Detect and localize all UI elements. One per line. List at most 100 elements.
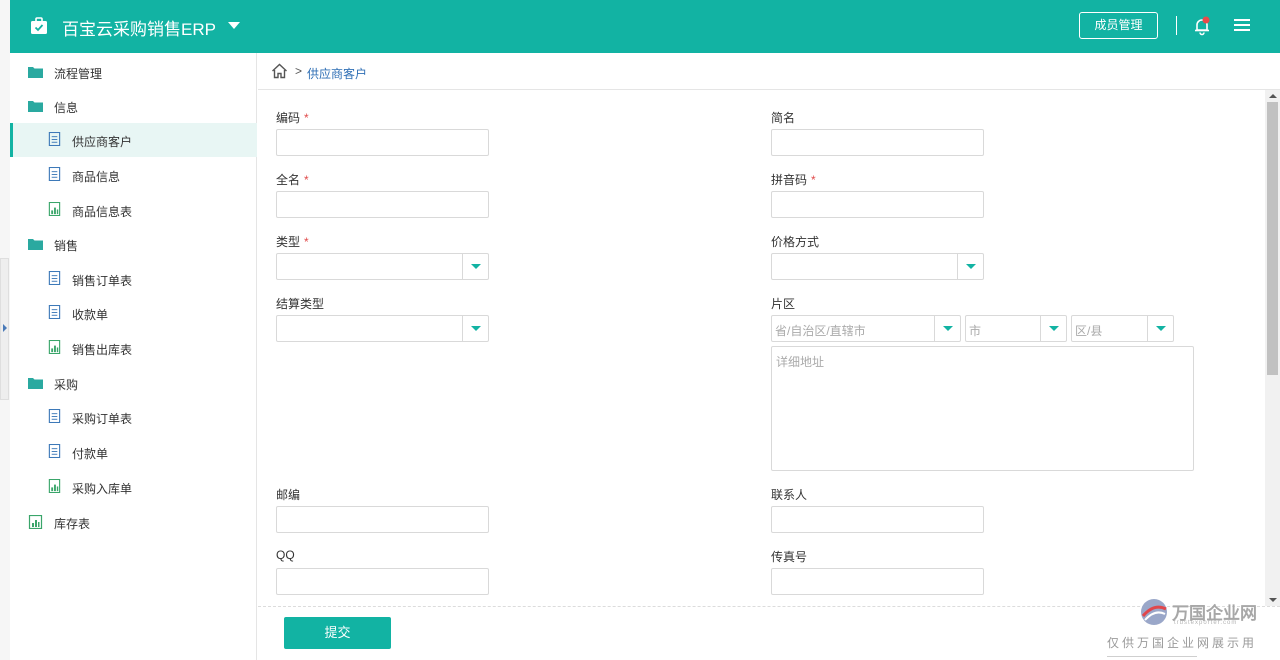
sidebar-item-label: 销售出库表	[72, 343, 133, 357]
sidebar-item-sales[interactable]: 销售	[10, 227, 257, 261]
city-select[interactable]: 市	[965, 315, 1067, 342]
code-input[interactable]	[276, 129, 489, 156]
sidebar-item-purchasing[interactable]: 采购	[10, 366, 257, 400]
scroll-down-arrow-icon[interactable]	[1269, 598, 1277, 602]
watermark-url: trustexporter.com	[1174, 620, 1238, 626]
dropdown-arrow-icon[interactable]	[1040, 316, 1066, 341]
header-divider	[1176, 16, 1177, 35]
sidebar-item-sales-order[interactable]: 销售订单表	[10, 262, 257, 296]
sidebar-item-label: 商品信息表	[72, 205, 133, 219]
sidebar-item-payment[interactable]: 付款单	[10, 435, 257, 469]
sidebar-item-supplier-customer[interactable]: 供应商客户	[10, 123, 257, 157]
required-marker: *	[304, 173, 309, 187]
dropdown-arrow-icon[interactable]	[462, 254, 488, 279]
sidebar-item-label: 收款单	[72, 308, 109, 322]
document-icon	[48, 271, 61, 285]
required-marker: *	[811, 173, 816, 187]
short-name-label: 简名	[771, 111, 796, 125]
submit-button[interactable]: 提交	[284, 617, 391, 649]
sidebar-item-label: 库存表	[54, 517, 91, 531]
province-select[interactable]: 省/自治区/直辖市	[771, 315, 961, 342]
region-label: 片区	[771, 297, 796, 311]
report-icon	[48, 479, 61, 493]
fax-label: 传真号	[771, 550, 808, 564]
dropdown-arrow-icon[interactable]	[957, 254, 983, 279]
pinyin-label: 拼音码 *	[771, 173, 816, 187]
qq-label: QQ	[276, 548, 295, 562]
breadcrumb-current[interactable]: 供应商客户	[307, 65, 367, 82]
watermark-underline	[1107, 656, 1197, 657]
sidebar-item-info[interactable]: 信息	[10, 89, 257, 123]
form-footer: 提交	[258, 606, 1280, 660]
scrollbar-thumb[interactable]	[1267, 102, 1278, 375]
pinyin-input[interactable]	[771, 191, 984, 218]
qq-input[interactable]	[276, 568, 489, 595]
notification-bell-icon[interactable]	[1193, 16, 1211, 36]
supplier-customer-form: 编码 * 简名 全名 * 拼音码 * 类型 * 价格方式 结算类型 片区 省/自治区/直…	[258, 90, 1265, 606]
home-icon[interactable]	[271, 63, 288, 79]
settlement-type-select[interactable]	[276, 315, 489, 342]
document-icon	[48, 167, 61, 181]
caret-down-icon[interactable]	[228, 22, 240, 29]
postcode-input[interactable]	[276, 506, 489, 533]
fax-input[interactable]	[771, 568, 984, 595]
watermark-note: 仅供万国企业网展示用	[1107, 636, 1258, 650]
city-placeholder: 市	[969, 324, 982, 338]
scroll-up-arrow-icon[interactable]	[1269, 94, 1277, 98]
province-placeholder: 省/自治区/直辖市	[775, 324, 866, 338]
sidebar-item-label: 商品信息	[72, 170, 121, 184]
sidebar-item-inventory[interactable]: 库存表	[10, 505, 257, 539]
breadcrumb: > 供应商客户	[258, 53, 1280, 90]
sidebar-item-purchase-order[interactable]: 采购订单表	[10, 400, 257, 434]
document-icon	[48, 132, 61, 146]
report-icon	[48, 202, 61, 216]
member-management-button[interactable]: 成员管理	[1079, 12, 1158, 39]
dropdown-arrow-icon[interactable]	[1147, 316, 1173, 341]
sidebar-item-label: 采购	[54, 378, 79, 392]
breadcrumb-separator: >	[295, 64, 303, 78]
type-select[interactable]	[276, 253, 489, 280]
sidebar-item-label: 销售订单表	[72, 274, 133, 288]
sidebar-item-process-management[interactable]: 流程管理	[10, 55, 257, 89]
full-name-input[interactable]	[276, 191, 489, 218]
document-icon	[48, 444, 61, 458]
sidebar-item-label: 采购入库单	[72, 482, 133, 496]
document-icon	[48, 305, 61, 319]
watermark-globe-logo	[1141, 599, 1167, 625]
postcode-label: 邮编	[276, 488, 301, 502]
dropdown-arrow-icon[interactable]	[462, 316, 488, 341]
report-icon	[48, 340, 61, 354]
district-placeholder: 区/县	[1075, 324, 1103, 338]
dropdown-arrow-icon[interactable]	[934, 316, 960, 341]
document-icon	[48, 409, 61, 423]
full-name-label: 全名 *	[276, 173, 309, 187]
form-scrollbar[interactable]	[1265, 90, 1280, 606]
code-label: 编码 *	[276, 111, 309, 125]
arrow-right-icon	[3, 324, 7, 332]
hamburger-menu-icon[interactable]	[1234, 18, 1250, 32]
price-mode-select[interactable]	[771, 253, 984, 280]
short-name-input[interactable]	[771, 129, 984, 156]
sidebar-item-product-info-table[interactable]: 商品信息表	[10, 193, 257, 227]
sidebar-item-label: 销售	[54, 239, 79, 253]
sidebar-collapse-handle[interactable]	[0, 258, 9, 400]
sidebar-item-label: 采购订单表	[72, 412, 133, 426]
sidebar-item-purchase-inbound[interactable]: 采购入库单	[10, 470, 257, 504]
address-textarea[interactable]: 详细地址	[771, 346, 1194, 471]
district-select[interactable]: 区/县	[1071, 315, 1174, 342]
folder-icon	[28, 239, 43, 250]
folder-icon	[28, 101, 43, 112]
required-marker: *	[304, 235, 309, 249]
sidebar-item-label: 流程管理	[54, 67, 103, 81]
briefcase-check-icon	[31, 17, 47, 34]
contact-input[interactable]	[771, 506, 984, 533]
price-mode-label: 价格方式	[771, 235, 820, 249]
report-icon	[28, 515, 43, 529]
address-placeholder: 详细地址	[776, 355, 825, 369]
sidebar-item-sales-outbound[interactable]: 销售出库表	[10, 331, 257, 365]
sidebar: 流程管理 信息 供应商客户 商品信息 商品信息表 销售 销售订单表 收款单 销售…	[10, 53, 257, 660]
sidebar-item-label: 供应商客户	[72, 135, 133, 149]
sidebar-item-receipt[interactable]: 收款单	[10, 296, 257, 330]
folder-icon	[28, 67, 43, 78]
sidebar-item-product-info[interactable]: 商品信息	[10, 158, 257, 192]
